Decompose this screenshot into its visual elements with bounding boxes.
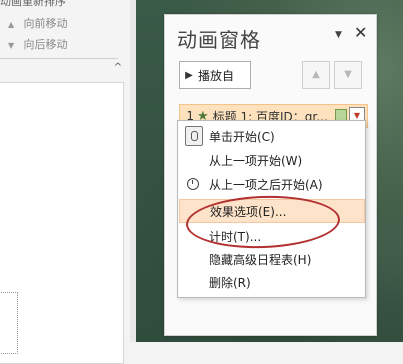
close-icon[interactable]: ✕ [354, 23, 367, 42]
triangle-up-icon: ▲ [8, 20, 15, 29]
menu-item-start-on-click[interactable]: 单击开始(C) [179, 125, 363, 147]
mouse-icon [185, 126, 203, 146]
move-forward-button[interactable]: ▲ 向前移动 [8, 15, 68, 31]
chevron-up-icon[interactable]: ^ [111, 61, 125, 75]
move-forward-label: 向前移动 [23, 17, 68, 30]
play-from-label: 播放自 [198, 68, 235, 83]
clock-icon [187, 178, 199, 190]
left-pane: 动画重新排序 ▲ 向前移动 ▼ 向后移动 ^ [0, 0, 130, 364]
menu-item-label: 从上一项之后开始(A) [209, 177, 323, 192]
reorder-label: 动画重新排序 [0, 0, 66, 8]
play-from-button[interactable]: ▶ 播放自 [179, 61, 251, 89]
pane-title: 动画窗格 [177, 28, 261, 52]
triangle-down-icon: ▼ [8, 41, 15, 50]
move-up-button[interactable]: ▲ [302, 61, 330, 89]
menu-item-label: 从上一项开始(W) [209, 153, 303, 168]
chevron-down-icon[interactable]: ▼ [335, 30, 342, 40]
menu-item-hide-advanced-timeline[interactable]: 隐藏高级日程表(H) [179, 248, 363, 270]
play-icon: ▶ [185, 69, 193, 81]
move-down-button[interactable]: ▼ [334, 61, 362, 89]
move-backward-button[interactable]: ▼ 向后移动 [8, 36, 68, 52]
menu-item-label: 删除(R) [209, 275, 251, 290]
menu-item-with-previous[interactable]: 从上一项开始(W) [179, 149, 363, 171]
menu-item-label: 隐藏高级日程表(H) [209, 252, 312, 267]
move-backward-label: 向后移动 [23, 38, 68, 51]
placeholder-box [0, 292, 18, 354]
menu-item-after-previous[interactable]: 从上一项之后开始(A) [179, 173, 363, 195]
menu-item-label: 单击开始(C) [209, 129, 275, 144]
menu-item-remove[interactable]: 删除(R) [179, 271, 363, 293]
slide-thumbnail[interactable] [0, 82, 124, 364]
divider [0, 58, 118, 59]
